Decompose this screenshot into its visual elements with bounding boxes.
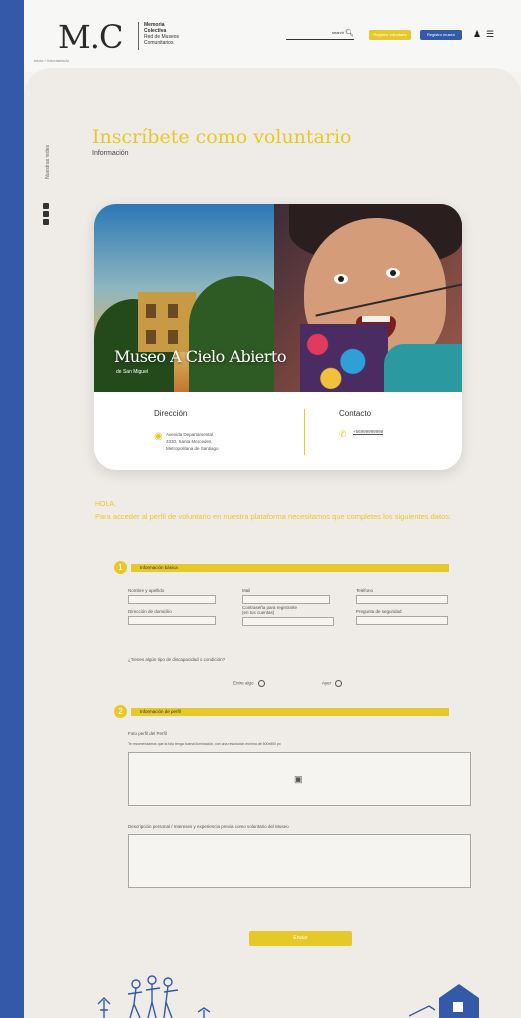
contrasena-input[interactable] — [242, 617, 334, 626]
radio-question: ¿Tienes algún tipo de discapacidad o con… — [128, 657, 226, 662]
card-divider — [304, 409, 305, 455]
museum-photo: Museo A Cielo Abierto de San Miguel — [94, 204, 462, 392]
section-bar — [131, 564, 449, 572]
field-pregunta: Pregunta de seguridad — [356, 609, 448, 625]
address-line: Metropolitana de Santiago — [166, 446, 219, 451]
breadcrumb[interactable]: Inicio / Voluntariado — [34, 58, 69, 63]
submit-button[interactable]: Enviar — [249, 931, 352, 946]
museum-card: Museo A Cielo Abierto de San Miguel Dire… — [94, 204, 462, 470]
section-number-badge: 1 — [114, 561, 127, 574]
field-telefono: Teléfono — [356, 588, 448, 604]
address-line: 3330, Santa Mercedes, — [166, 439, 213, 444]
photo-hint: Te recomendamos que la foto tenga buena … — [128, 742, 281, 746]
field-label: Nombre y apellido — [128, 588, 165, 593]
site-header: M.C Memoria Colectiva Red de Museos Comu… — [24, 0, 521, 72]
radio-option[interactable]: Ayer — [322, 680, 343, 687]
logo-divider — [138, 22, 139, 50]
field-label: Mail — [242, 588, 251, 593]
search-icon[interactable]: 🔍︎ — [345, 30, 354, 38]
instagram-icon[interactable]: i — [43, 203, 49, 209]
direccion-input[interactable] — [128, 616, 216, 625]
radio-option[interactable]: Entre algo — [233, 680, 265, 687]
nombre-input[interactable] — [128, 595, 216, 604]
search-input[interactable]: search 🔍︎ — [286, 30, 354, 40]
description-label: Descripción personal / Intereses y exper… — [128, 824, 289, 829]
social-label: Nuestras redes — [45, 145, 51, 179]
greeting: HOLA, — [95, 501, 117, 508]
field-mail: Mail — [242, 588, 330, 604]
section-label: Información básica — [140, 565, 178, 570]
page-subtitle: Información — [92, 150, 129, 157]
address-block: Dirección ◉ Avenida Departamental 3330, … — [154, 409, 219, 451]
museum-subtitle: de San Miguel — [116, 369, 148, 375]
register-museum-button[interactable]: Registro museo — [420, 30, 462, 40]
location-pin-icon: ◉ — [154, 431, 163, 442]
section-profile-header: 2 Información de perfil — [114, 705, 454, 718]
volunteers-illustration — [97, 975, 211, 1018]
section-label: Información de perfil — [140, 709, 181, 714]
user-icon[interactable]: ♟ — [473, 29, 481, 40]
field-label: Teléfono — [356, 588, 374, 593]
field-direccion: Dirección de domicilio — [128, 609, 216, 625]
section-number-badge: 2 — [114, 705, 127, 718]
page-title: Inscríbete como voluntario — [92, 126, 352, 148]
contact-title: Contacto — [339, 409, 372, 418]
address-title: Dirección — [154, 409, 188, 418]
logo[interactable]: M.C — [58, 18, 123, 56]
field-contrasena: Contraseña para registrarte (en tus cuen… — [242, 605, 334, 626]
address-line: Avenida Departamental — [166, 432, 213, 437]
contact-phone-link[interactable]: +56999999999 — [353, 429, 383, 434]
radio-label: Entre algo — [233, 680, 254, 686]
field-label: (en tus cuentas) — [242, 610, 275, 615]
photo-upload[interactable]: ▣ — [128, 752, 471, 806]
logo-text: M.C — [58, 18, 123, 56]
mail-input[interactable] — [242, 595, 330, 604]
field-label: Dirección de domicilio — [128, 609, 172, 614]
address-text: Avenida Departamental 3330, Santa Merced… — [166, 431, 266, 452]
intro-text: Para acceder al perfil de voluntario en … — [95, 512, 452, 521]
pregunta-input[interactable] — [356, 616, 448, 625]
page: M.C Memoria Colectiva Red de Museos Comu… — [24, 0, 521, 1018]
facebook-icon[interactable]: f — [43, 211, 49, 217]
radio-label: Ayer — [322, 680, 332, 686]
contact-block: Contacto ✆ +56999999999 — [339, 409, 439, 439]
phone-icon: ✆ — [339, 429, 347, 439]
social-icons: i f y — [43, 203, 51, 225]
register-volunteer-button[interactable]: Registro voluntario — [369, 30, 411, 40]
logo-line-4: Comunitarios — [144, 40, 174, 46]
museum-house-illustration — [409, 984, 479, 1018]
logo-caption: Memoria Colectiva Red de Museos Comunita… — [144, 22, 204, 46]
radio-button[interactable] — [335, 680, 343, 687]
menu-icon[interactable]: ☰ — [486, 29, 494, 40]
search-label: search — [331, 30, 344, 35]
youtube-icon[interactable]: y — [43, 219, 49, 225]
section-basic-header: 1 Información básica — [114, 561, 454, 574]
photo-label: Foto perfil del Perfil — [128, 731, 167, 736]
field-nombre: Nombre y apellido — [128, 588, 216, 604]
telefono-input[interactable] — [356, 595, 448, 604]
camera-icon: ▣ — [294, 774, 303, 784]
description-textarea[interactable] — [128, 834, 471, 888]
field-label: Pregunta de seguridad — [356, 609, 402, 614]
museum-title: Museo A Cielo Abierto — [114, 347, 286, 366]
radio-button[interactable] — [257, 680, 265, 687]
